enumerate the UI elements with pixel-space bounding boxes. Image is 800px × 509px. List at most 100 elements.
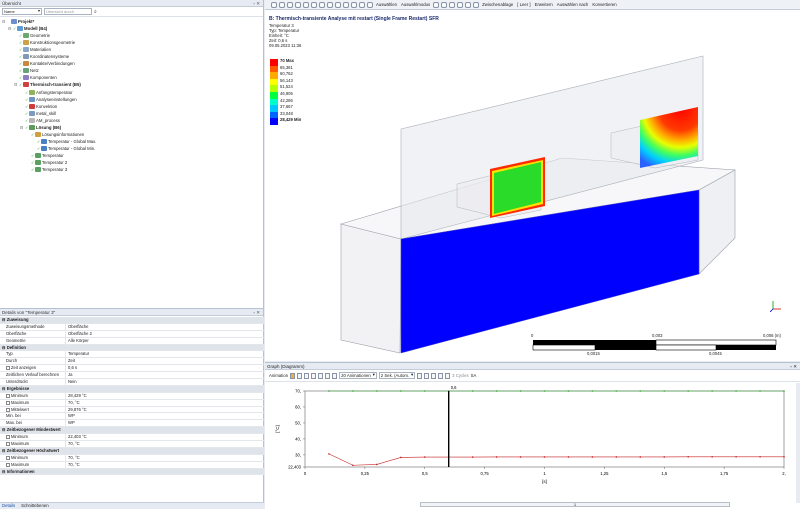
- parameter-checkbox[interactable]: [6, 393, 10, 398]
- details-value[interactable]: 70, °C: [66, 400, 264, 406]
- details-value[interactable]: WP: [66, 413, 264, 419]
- pause-icon[interactable]: [297, 372, 303, 379]
- details-row[interactable]: Zeitlichen Verlauf berechnen Ja: [0, 372, 264, 380]
- time-slot-bar[interactable]: 1: [420, 502, 730, 507]
- details-row[interactable]: Max. bei WP: [0, 420, 264, 428]
- parameter-checkbox[interactable]: [6, 400, 10, 405]
- details-value[interactable]: Ja: [66, 372, 264, 378]
- result-sets-icon[interactable]: [332, 372, 338, 379]
- export-video-icon[interactable]: [417, 372, 423, 379]
- select-edge-icon[interactable]: [351, 1, 357, 8]
- tree-item[interactable]: ✓ Koordinatensysteme: [14, 53, 69, 60]
- konvertieren-button[interactable]: Konvertieren: [591, 2, 617, 7]
- details-value[interactable]: Oberfläche 2: [66, 331, 264, 337]
- tree-item[interactable]: ✓ Lösungsinformationen: [26, 131, 84, 138]
- rotate-icon[interactable]: [295, 1, 301, 8]
- details-row[interactable]: Geometrie Alle Körper: [0, 337, 264, 345]
- auswaehlen-button[interactable]: Auswählen: [375, 2, 398, 7]
- expand-toggle-icon[interactable]: ⊟: [8, 25, 12, 32]
- frames-select[interactable]: 20 Animationen: [339, 372, 377, 379]
- loop-icon[interactable]: [431, 372, 437, 379]
- previous-view-icon[interactable]: [319, 1, 325, 8]
- details-section[interactable]: ⊟ Zuweisung: [0, 317, 264, 324]
- select-element-icon[interactable]: [473, 1, 480, 8]
- tree-item[interactable]: ✓ metal_skill: [20, 110, 56, 117]
- parameter-checkbox[interactable]: [6, 455, 10, 460]
- tree-item[interactable]: ✓ AM_process: [20, 117, 60, 124]
- parameter-checkbox[interactable]: [6, 435, 10, 440]
- details-row[interactable]: Min. bei WP: [0, 413, 264, 421]
- details-value[interactable]: 22,403 °C: [66, 434, 264, 440]
- tree-item[interactable]: ⊟ Projekt*: [2, 18, 34, 25]
- select-area-icon[interactable]: [449, 1, 456, 8]
- details-row[interactable]: Maximum 70, °C: [0, 399, 264, 407]
- details-section[interactable]: ⊟ Informationen: [0, 468, 264, 476]
- distributed-icon[interactable]: [325, 372, 331, 379]
- parameter-checkbox[interactable]: [6, 407, 10, 412]
- details-row[interactable]: Oberfläche Oberfläche 2: [0, 330, 264, 338]
- tab-details[interactable]: Details: [2, 503, 15, 509]
- sa-label[interactable]: SA: [471, 373, 477, 378]
- tree-item[interactable]: ✓ Konstruktionsgeometrie: [14, 39, 75, 46]
- details-value[interactable]: 70, °C: [66, 441, 264, 447]
- select-vertex-icon[interactable]: [343, 1, 349, 8]
- zoom-box-icon[interactable]: [279, 1, 285, 8]
- search-icon[interactable]: ⌕: [94, 9, 97, 15]
- expand-toggle-icon[interactable]: ⊟: [14, 81, 18, 88]
- filter-select[interactable]: Name: [2, 8, 42, 15]
- plot-area[interactable]: [304, 390, 785, 468]
- tree-item[interactable]: ✓ Geometrie: [14, 32, 50, 39]
- zoom-graph-icon[interactable]: [424, 372, 430, 379]
- pan-icon[interactable]: [287, 1, 293, 8]
- details-row[interactable]: Zuweisungsmethode Oberfläche: [0, 323, 264, 331]
- camera-icon[interactable]: [445, 372, 451, 379]
- details-row[interactable]: Durch Zeit: [0, 358, 264, 366]
- details-value[interactable]: 70, °C: [66, 455, 264, 461]
- tree-item[interactable]: ✓ Temperatur - Global Min.: [32, 145, 95, 152]
- close-icon[interactable]: ▫ ✕: [790, 363, 797, 370]
- details-section[interactable]: ⊟ Zeitbezogener Mindestwert: [0, 427, 264, 435]
- close-icon[interactable]: ▫ ✕: [253, 309, 260, 316]
- stop-icon[interactable]: [304, 372, 310, 379]
- tree-item[interactable]: ✓ Anfangstemperatur: [20, 89, 73, 96]
- tree-item[interactable]: ✓ Temperatur - Global Max.: [32, 138, 96, 145]
- isometric-icon[interactable]: [335, 1, 341, 8]
- tree-item[interactable]: ✓ Materialien: [14, 46, 51, 53]
- details-row[interactable]: Unterdrückt Nein: [0, 379, 264, 386]
- select-line-icon[interactable]: [441, 1, 448, 8]
- select-body-icon[interactable]: [367, 1, 373, 8]
- parameter-checkbox[interactable]: [6, 462, 10, 467]
- details-value[interactable]: Temperatur: [66, 351, 264, 357]
- details-row[interactable]: Minimum 70, °C: [0, 454, 264, 462]
- tree-item[interactable]: ✓ Temperatur 2: [26, 159, 67, 166]
- tree-item[interactable]: ⊟ ✓ Thermisch-transient (B5): [14, 81, 81, 88]
- details-value[interactable]: Zeit: [66, 358, 264, 364]
- tree-item[interactable]: ⊟ ✓ Lösung (B6): [20, 124, 61, 131]
- tree-item[interactable]: ✓ Temperatur 3: [26, 166, 67, 173]
- tree-item[interactable]: ✓ Konvektion: [20, 103, 57, 110]
- filter-input[interactable]: Übersicht durch: [44, 8, 92, 15]
- tree-item[interactable]: ✓ Komponenten: [14, 74, 57, 81]
- zoom-icon[interactable]: [271, 1, 277, 8]
- duration-select[interactable]: 2 Sek. (Autom.: [378, 372, 416, 379]
- parameter-checkbox[interactable]: [6, 366, 10, 371]
- expand-toggle-icon[interactable]: ⊟: [20, 124, 24, 131]
- details-row[interactable]: Typ Temperatur: [0, 351, 264, 359]
- play-icon[interactable]: [290, 372, 296, 379]
- select-point-icon[interactable]: [433, 1, 440, 8]
- select-face-icon[interactable]: [359, 1, 365, 8]
- details-section[interactable]: ⊟ Definition: [0, 344, 264, 352]
- tree-item[interactable]: ✓ Analyseeinstellungen: [20, 96, 77, 103]
- details-row[interactable]: Mittelwert 29,876 °C: [0, 406, 264, 414]
- details-value[interactable]: 0,6 s: [66, 365, 264, 371]
- select-solid-icon[interactable]: [457, 1, 464, 8]
- details-value[interactable]: 28,429 °C: [66, 393, 264, 399]
- details-section[interactable]: ⊟ Zeitbezogener Höchstwert: [0, 447, 264, 455]
- cycles-label[interactable]: 3 Cycles: [452, 373, 468, 378]
- details-value[interactable]: 70, °C: [66, 462, 264, 468]
- details-value[interactable]: Nein: [66, 379, 264, 385]
- look-at-icon[interactable]: [311, 1, 317, 8]
- details-row[interactable]: Minimum 22,403 °C: [0, 434, 264, 442]
- erweitern-button[interactable]: Erweitern: [534, 2, 554, 7]
- graph-scrollbar[interactable]: [796, 383, 800, 503]
